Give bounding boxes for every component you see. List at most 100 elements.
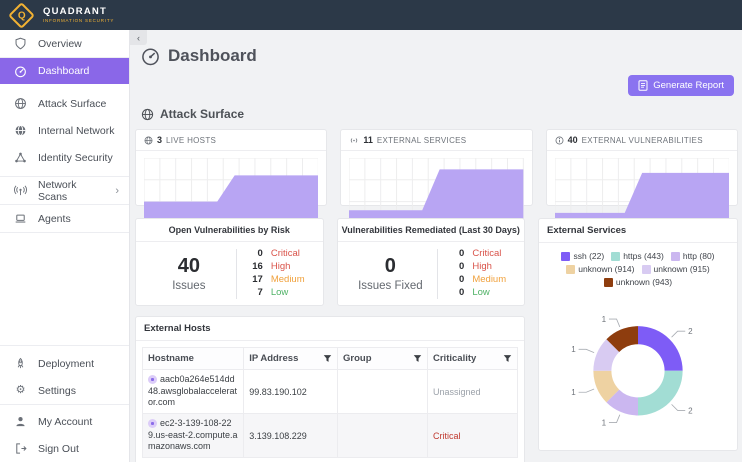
sidebar-item-label: My Account	[38, 416, 92, 428]
person-icon	[14, 415, 27, 428]
remediated-breakdown: 0Critical 0High 0Medium 0Low	[450, 248, 506, 299]
legend-swatch	[566, 265, 575, 274]
severity-label-high: High	[271, 261, 291, 273]
sidebar-spacer	[0, 233, 129, 345]
open-vulnerabilities-total: 40	[154, 255, 224, 278]
sign-out-icon	[14, 442, 27, 455]
external-services-panel: External Services ssh (22) https (443) h…	[538, 218, 738, 451]
live-hosts-card: 3 LIVE HOSTS	[135, 129, 327, 206]
globe-icon	[141, 108, 154, 121]
sidebar-item-label: Agents	[38, 213, 71, 225]
table-row[interactable]: ec2-3-139-108-229.us-east-2.compute.amaz…	[143, 414, 518, 458]
severity-label-medium: Medium	[472, 274, 506, 286]
svg-text:1: 1	[571, 388, 576, 397]
external-services-title: External Services	[539, 219, 737, 243]
external-services-label: EXTERNAL SERVICES	[377, 136, 467, 145]
severity-label-critical: Critical	[472, 248, 501, 260]
sidebar-item-identity-security[interactable]: Identity Security	[0, 144, 129, 171]
group-cell	[338, 414, 428, 458]
legend-item-unknown-915[interactable]: unknown (915)	[642, 264, 710, 274]
sidebar-item-sign-out[interactable]: Sign Out	[0, 435, 129, 462]
attack-surface-section-header: Attack Surface	[135, 107, 738, 121]
filter-icon[interactable]	[503, 354, 512, 363]
sidebar-item-deployment[interactable]: Deployment	[0, 350, 129, 377]
vulnerabilities-remediated-card: Vulnerabilities Remediated (Last 30 Days…	[337, 218, 526, 306]
section-title: Attack Surface	[160, 107, 244, 121]
brand-subtitle: INFORMATION SECURITY	[43, 19, 114, 24]
external-vulnerabilities-card: 40 EXTERNAL VULNERABILITIES	[546, 129, 738, 206]
legend-swatch	[611, 252, 620, 261]
sidebar-item-label: Dashboard	[38, 65, 89, 77]
sidebar-item-attack-surface[interactable]: Attack Surface	[0, 90, 129, 117]
sidebar-item-overview[interactable]: Overview	[0, 30, 129, 57]
sidebar: Overview Dashboard Attack Surface Intern	[0, 30, 130, 462]
column-header-hostname[interactable]: Hostname	[143, 348, 244, 370]
sidebar-item-network-scans[interactable]: Network Scans ›	[0, 177, 129, 204]
criticality-value: Unassigned	[433, 387, 481, 397]
quadrant-logo-icon[interactable]: Q	[8, 2, 35, 29]
sidebar-collapse-button[interactable]: ‹	[130, 30, 147, 45]
external-hosts-table: Hostname IP Address Group Criticality aa…	[142, 347, 518, 458]
sidebar-item-label: Network Scans	[38, 179, 104, 203]
stat-divider	[236, 249, 237, 299]
generate-report-button[interactable]: Generate Report	[628, 75, 734, 96]
external-services-donut-chart: 221111	[539, 289, 737, 455]
svg-text:1: 1	[602, 418, 607, 427]
severity-label-medium: Medium	[271, 274, 305, 286]
report-document-icon	[638, 80, 648, 91]
globe-icon	[144, 136, 153, 145]
svg-text:1: 1	[602, 315, 607, 324]
antenna-icon	[14, 184, 27, 197]
column-header-criticality[interactable]: Criticality	[428, 348, 518, 370]
sidebar-item-settings[interactable]: ⚙ Settings	[0, 377, 129, 404]
stat-divider	[437, 249, 438, 299]
external-services-card: 11 EXTERNAL SERVICES	[340, 129, 532, 206]
sidebar-item-label: Identity Security	[38, 152, 113, 164]
gear-icon: ⚙	[14, 385, 27, 396]
legend-item-unknown-943[interactable]: unknown (943)	[604, 277, 672, 287]
shield-icon	[14, 37, 27, 50]
chevron-left-icon: ‹	[137, 33, 140, 43]
globe-icon	[14, 97, 27, 110]
column-header-group[interactable]: Group	[338, 348, 428, 370]
sidebar-item-label: Sign Out	[38, 443, 79, 455]
sidebar-item-label: Overview	[38, 38, 82, 50]
brand-name: QUADRANT	[43, 7, 114, 17]
sidebar-item-internal-network[interactable]: Internal Network	[0, 117, 129, 144]
live-hosts-count: 3	[157, 135, 162, 145]
open-vulnerabilities-total-label: Issues	[154, 280, 224, 292]
table-row[interactable]: aacb0a264e514dd48.awsglobalaccelerator.c…	[143, 370, 518, 414]
legend-item-http[interactable]: http (80)	[671, 251, 715, 261]
filter-icon[interactable]	[323, 354, 332, 363]
gauge-icon	[14, 65, 27, 78]
svg-text:2: 2	[688, 406, 693, 415]
live-hosts-label: LIVE HOSTS	[166, 136, 216, 145]
dashboard-gauge-icon	[141, 47, 160, 66]
open-vulnerabilities-card: Open Vulnerabilities by Risk 40 Issues 0…	[135, 218, 324, 306]
sidebar-item-agents[interactable]: Agents	[0, 205, 129, 232]
sidebar-item-label: Attack Surface	[38, 98, 106, 110]
page-title-row: Dashboard	[135, 30, 738, 66]
external-vulnerabilities-label: EXTERNAL VULNERABILITIES	[582, 136, 703, 145]
sidebar-item-label: Deployment	[38, 358, 94, 370]
filter-icon[interactable]	[413, 354, 422, 363]
legend-item-ssh[interactable]: ssh (22)	[561, 251, 604, 261]
external-hosts-card: External Hosts Hostname IP Address Group…	[135, 316, 525, 462]
sidebar-item-label: Settings	[38, 385, 76, 397]
severity-label-low: Low	[271, 287, 288, 299]
sidebar-item-dashboard[interactable]: Dashboard	[0, 58, 129, 84]
antenna-icon	[349, 136, 359, 145]
remediated-total-label: Issues Fixed	[355, 280, 425, 292]
chevron-right-icon: ›	[115, 185, 119, 197]
main-content: ‹ Dashboard Generate Report	[130, 30, 742, 462]
sidebar-divider	[0, 345, 129, 346]
external-hosts-title: External Hosts	[136, 317, 524, 341]
legend-item-unknown-914[interactable]: unknown (914)	[566, 264, 634, 274]
host-badge-icon	[148, 375, 157, 384]
legend-swatch	[561, 252, 570, 261]
sidebar-item-my-account[interactable]: My Account	[0, 408, 129, 435]
column-header-ip-address[interactable]: IP Address	[244, 348, 338, 370]
open-vulnerabilities-title: Open Vulnerabilities by Risk	[136, 219, 323, 242]
legend-item-https[interactable]: https (443)	[611, 251, 664, 261]
sidebar-item-label: Internal Network	[38, 125, 114, 137]
